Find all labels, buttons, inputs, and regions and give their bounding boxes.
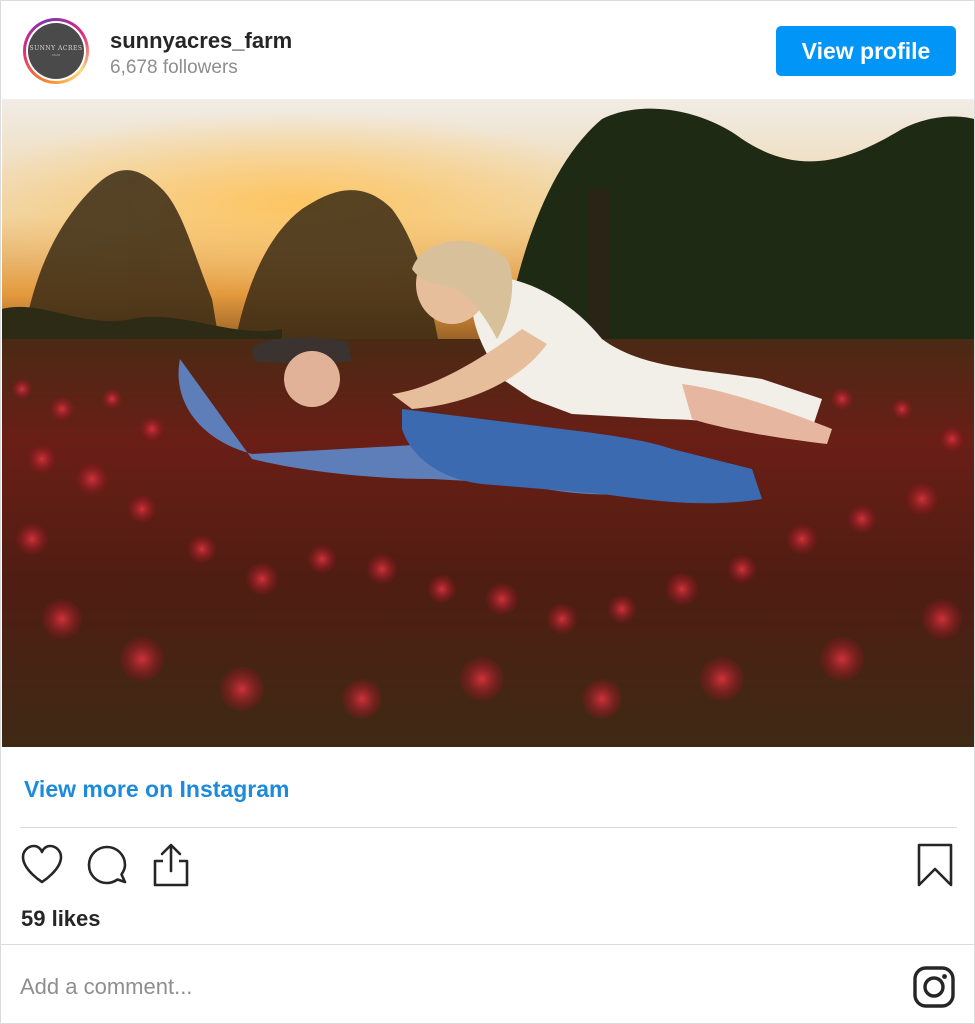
logo-text: SUNNY ACRES xyxy=(29,45,83,52)
bookmark-icon[interactable] xyxy=(915,842,955,888)
logo-sub-text: FARM xyxy=(51,53,61,57)
post-photo[interactable] xyxy=(2,99,974,747)
comment-input[interactable] xyxy=(20,967,880,1007)
like-count: 59 likes xyxy=(21,906,101,931)
follower-count: 6,678 followers xyxy=(110,57,238,78)
view-profile-button[interactable]: View profile xyxy=(776,26,956,76)
comment-icon[interactable] xyxy=(83,842,131,890)
divider xyxy=(20,827,957,828)
heart-icon[interactable] xyxy=(19,842,65,888)
instagram-icon[interactable] xyxy=(912,965,956,1009)
instagram-embed: SUNNY ACRES FARM sunnyacres_farm 6,678 f… xyxy=(0,0,975,1024)
divider xyxy=(1,944,974,945)
avatar[interactable]: SUNNY ACRES FARM xyxy=(23,18,89,84)
farm-logo: SUNNY ACRES FARM xyxy=(28,23,84,79)
username[interactable]: sunnyacres_farm xyxy=(110,28,292,54)
share-icon[interactable] xyxy=(149,841,193,889)
view-more-on-instagram-link[interactable]: View more on Instagram xyxy=(24,776,289,803)
post-header: SUNNY ACRES FARM sunnyacres_farm 6,678 f… xyxy=(1,1,974,99)
